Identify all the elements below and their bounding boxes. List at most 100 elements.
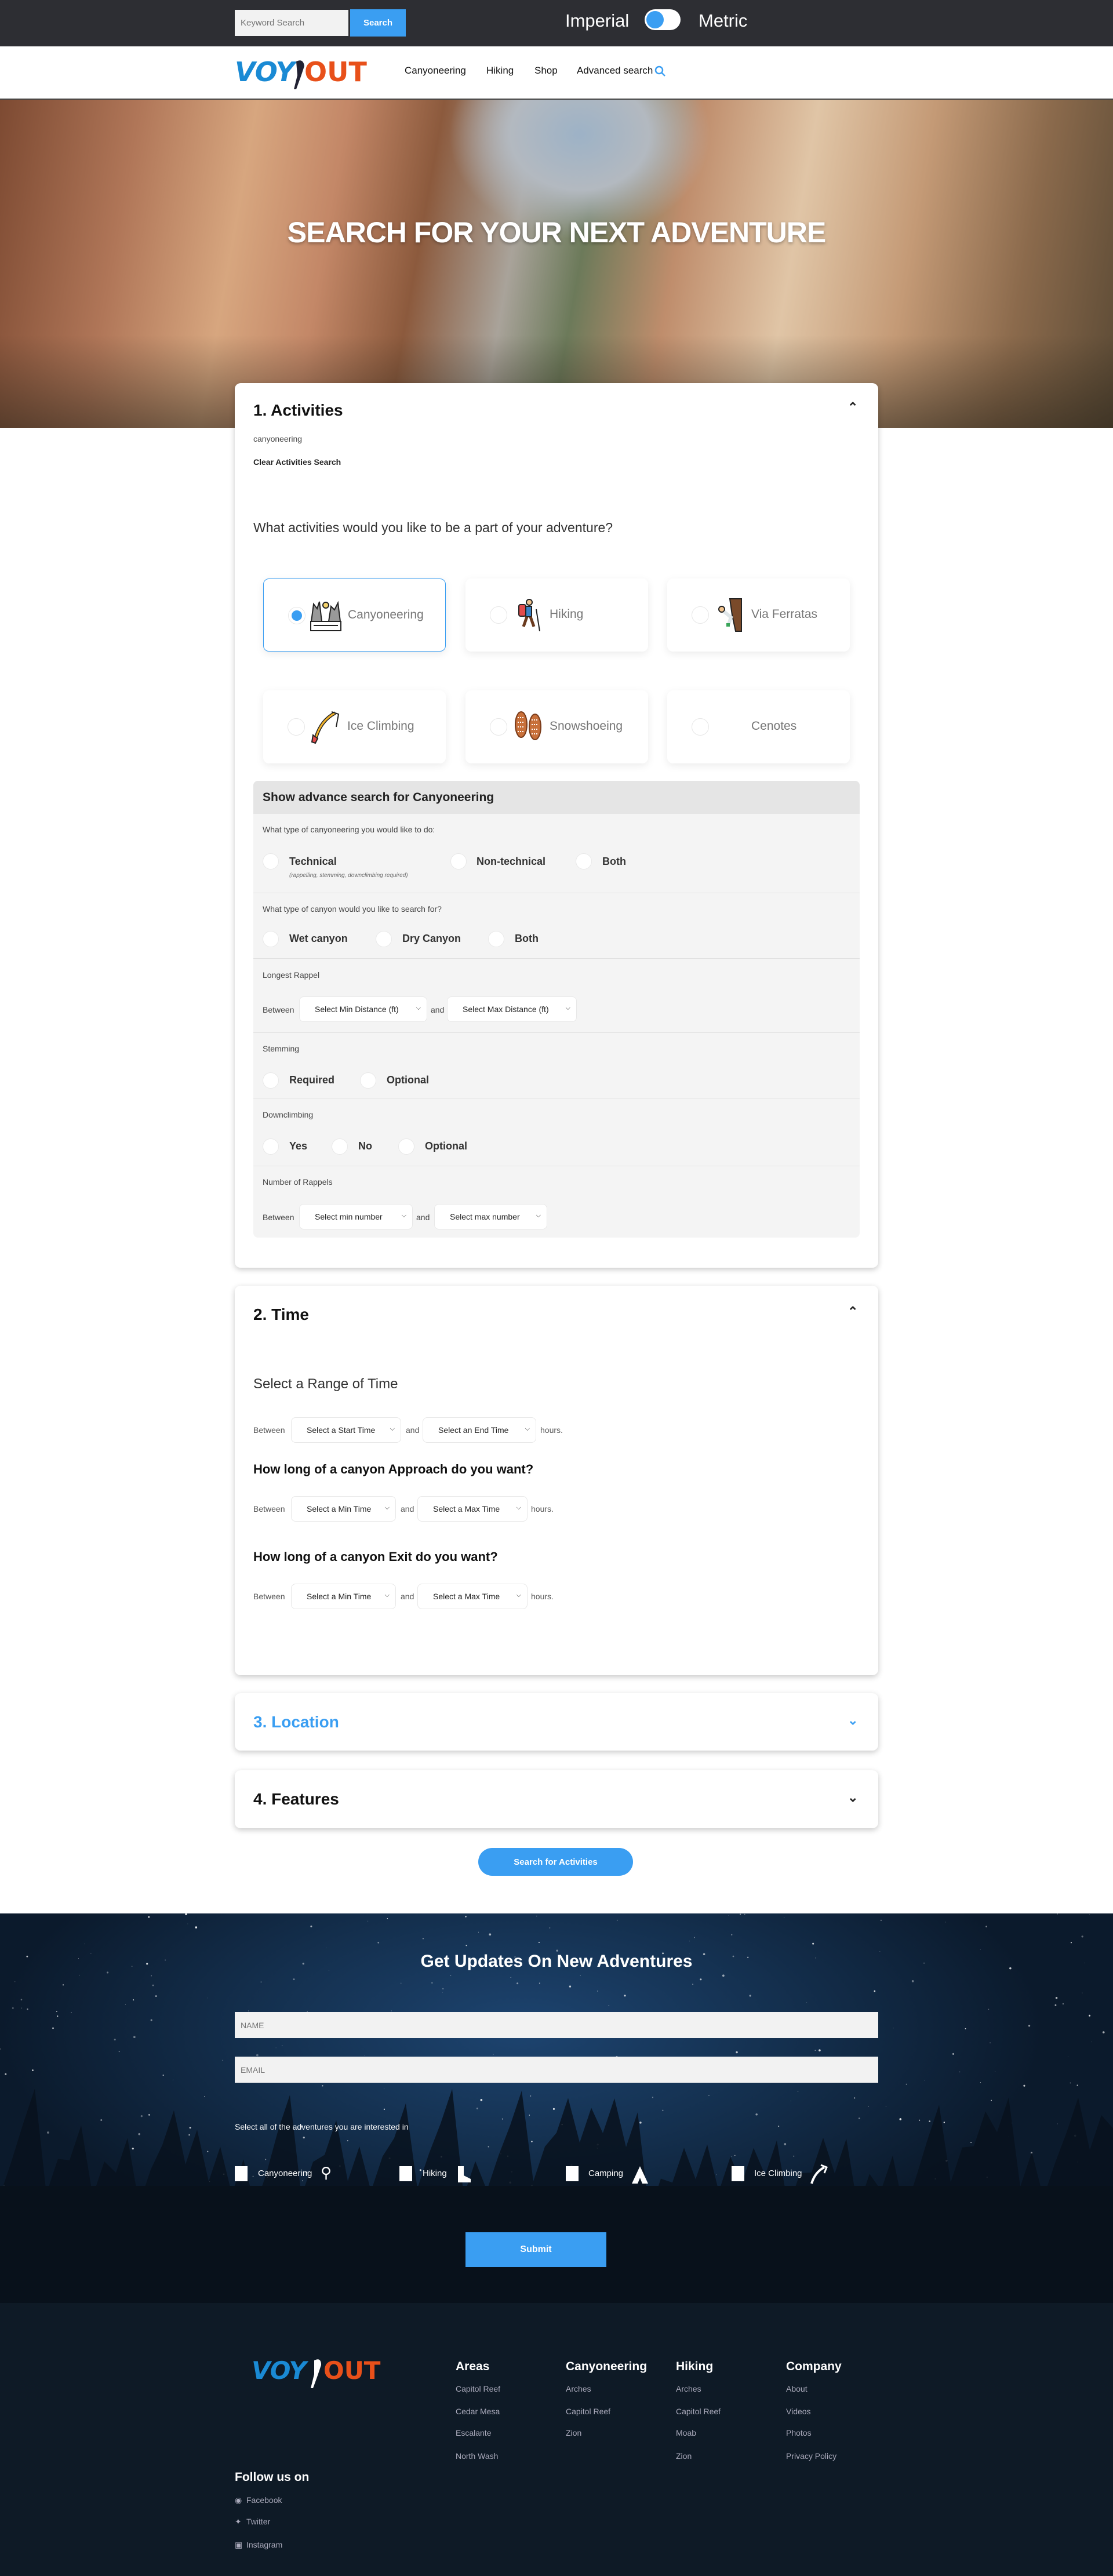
radio-dry-canyon[interactable] <box>376 931 392 947</box>
time-title[interactable]: 2. Time <box>253 1305 309 1324</box>
radio-downclimbing-no[interactable] <box>332 1138 348 1155</box>
rappels-max-select[interactable]: Select max number ⌵ <box>434 1204 547 1229</box>
search-activities-button[interactable]: Search for Activities <box>478 1848 633 1876</box>
checkbox-ice-climbing[interactable] <box>732 2166 744 2181</box>
footer-link[interactable]: Capitol Reef <box>566 2407 610 2416</box>
chevron-down-icon: ⌵ <box>416 1005 421 1012</box>
activities-title[interactable]: 1. Activities <box>253 401 343 420</box>
option-stemming-optional[interactable]: Optional <box>387 1074 429 1086</box>
activity-option-snowshoeing[interactable]: Snowshoeing <box>465 690 648 763</box>
activity-option-ice-climbing[interactable]: Ice Climbing <box>263 690 446 763</box>
footer-link[interactable]: Photos <box>786 2428 812 2437</box>
nav-hiking[interactable]: Hiking <box>486 65 514 77</box>
select-value: Select max number <box>450 1212 520 1221</box>
email-input[interactable] <box>235 2057 878 2083</box>
footer-link[interactable]: About <box>786 2384 808 2393</box>
radio-both-type[interactable] <box>576 853 592 869</box>
option-both-canyon[interactable]: Both <box>515 933 539 945</box>
option-stemming-required[interactable]: Required <box>289 1074 334 1086</box>
option-both-type[interactable]: Both <box>602 856 626 868</box>
footer-link[interactable]: Cedar Mesa <box>456 2407 500 2416</box>
chevron-up-icon[interactable]: ⌃ <box>848 1304 858 1319</box>
footer-link[interactable]: Escalante <box>456 2428 491 2437</box>
footer-link[interactable]: Zion <box>676 2451 692 2461</box>
option-technical[interactable]: Technical <box>289 856 337 868</box>
rappels-min-select[interactable]: Select min number ⌵ <box>299 1204 413 1229</box>
radio[interactable] <box>692 606 709 624</box>
nav-advanced-search[interactable]: Advanced search <box>577 65 653 77</box>
radio-wet-canyon[interactable] <box>263 931 279 947</box>
end-time-select[interactable]: Select an End Time ⌵ <box>423 1417 536 1443</box>
nav-shop[interactable]: Shop <box>534 65 558 77</box>
start-time-select[interactable]: Select a Start Time ⌵ <box>291 1417 401 1443</box>
voyout-logo[interactable]: VOY OUT <box>235 56 369 92</box>
footer-link[interactable]: Arches <box>566 2384 591 2393</box>
radio-technical[interactable] <box>263 853 279 869</box>
footer-link[interactable]: Videos <box>786 2407 811 2416</box>
radio-non-technical[interactable] <box>450 853 467 869</box>
features-title[interactable]: 4. Features <box>253 1790 339 1809</box>
rappel-min-select[interactable]: Select Min Distance (ft) ⌵ <box>299 996 427 1022</box>
facebook-link[interactable]: Facebook <box>246 2495 282 2505</box>
activity-option-cenotes[interactable]: Cenotes <box>667 690 850 763</box>
hiker-icon <box>518 599 540 632</box>
option-non-technical[interactable]: Non-technical <box>477 856 545 868</box>
location-title[interactable]: 3. Location <box>253 1713 339 1731</box>
checkbox-camping[interactable] <box>566 2166 579 2181</box>
radio-stemming-optional[interactable] <box>360 1072 376 1089</box>
option-downclimbing-no[interactable]: No <box>358 1140 372 1152</box>
footer-link[interactable]: Capitol Reef <box>676 2407 721 2416</box>
activity-option-via-ferratas[interactable]: Via Ferratas <box>667 578 850 652</box>
option-downclimbing-yes[interactable]: Yes <box>289 1140 307 1152</box>
option-downclimbing-optional[interactable]: Optional <box>425 1140 467 1152</box>
radio-downclimbing-optional[interactable] <box>398 1138 414 1155</box>
radio-both-canyon[interactable] <box>488 931 504 947</box>
chevron-down-icon[interactable]: ⌃ <box>848 1789 858 1804</box>
footer-link[interactable]: Zion <box>566 2428 581 2437</box>
radio[interactable] <box>490 718 507 736</box>
exit-min-select[interactable]: Select a Min Time ⌵ <box>291 1584 396 1609</box>
and-label: and <box>406 1425 420 1435</box>
nav-canyoneering[interactable]: Canyoneering <box>405 65 466 77</box>
advanced-search-header[interactable]: Show advance search for Canyoneering <box>253 781 860 814</box>
footer-link[interactable]: Privacy Policy <box>786 2451 836 2461</box>
footer-link[interactable]: North Wash <box>456 2451 498 2461</box>
chevron-down-icon: ⌵ <box>565 1005 570 1012</box>
newsletter-submit-button[interactable]: Submit <box>465 2232 606 2267</box>
twitter-link[interactable]: Twitter <box>246 2517 270 2526</box>
chevron-up-icon[interactable]: ⌃ <box>848 400 858 415</box>
stemming-label: Stemming <box>263 1044 300 1053</box>
search-icon[interactable] <box>654 66 666 77</box>
radio[interactable] <box>692 718 709 736</box>
unit-toggle[interactable] <box>645 9 681 30</box>
hours-label: hours. <box>540 1425 563 1435</box>
keyword-search-input[interactable] <box>235 10 348 36</box>
rappel-max-select[interactable]: Select Max Distance (ft) ⌵ <box>447 996 577 1022</box>
radio[interactable] <box>288 718 305 736</box>
activity-option-canyoneering[interactable]: Canyoneering <box>263 578 446 652</box>
radio[interactable] <box>490 606 507 624</box>
chevron-down-icon[interactable]: ⌃ <box>848 1712 858 1727</box>
name-input[interactable] <box>235 2012 878 2038</box>
radio[interactable] <box>288 607 305 624</box>
checkbox-hiking[interactable] <box>399 2166 412 2181</box>
instagram-link[interactable]: Instagram <box>246 2540 282 2549</box>
clear-activities-link[interactable]: Clear Activities Search <box>253 457 341 467</box>
footer-link[interactable]: Capitol Reef <box>456 2384 500 2393</box>
approach-max-select[interactable]: Select a Max Time ⌵ <box>417 1496 528 1522</box>
keyword-search-button[interactable]: Search <box>350 9 406 37</box>
approach-min-select[interactable]: Select a Min Time ⌵ <box>291 1496 396 1522</box>
footer-link[interactable]: Arches <box>676 2384 701 2393</box>
divider <box>253 1032 860 1033</box>
voyout-footer-logo[interactable]: VOY OUT <box>252 2356 388 2391</box>
exit-max-select[interactable]: Select a Max Time ⌵ <box>417 1584 528 1609</box>
radio-stemming-required[interactable] <box>263 1072 279 1089</box>
option-wet-canyon[interactable]: Wet canyon <box>289 933 348 945</box>
option-dry-canyon[interactable]: Dry Canyon <box>402 933 461 945</box>
footer-link[interactable]: Moab <box>676 2428 696 2437</box>
checkbox-canyoneering[interactable] <box>235 2166 248 2181</box>
activity-option-hiking[interactable]: Hiking <box>465 578 648 652</box>
twitter-icon: ✦ <box>235 2517 242 2526</box>
radio-downclimbing-yes[interactable] <box>263 1138 279 1155</box>
chevron-down-icon: ⌵ <box>384 1504 390 1511</box>
